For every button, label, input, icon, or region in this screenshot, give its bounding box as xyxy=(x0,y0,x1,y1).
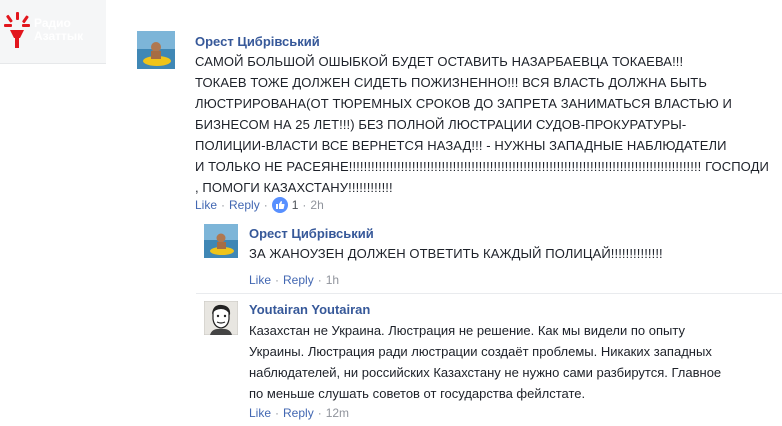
separator-dot: · xyxy=(317,273,322,287)
beach-photo-icon xyxy=(204,224,238,258)
comment-line: ЛЮСТРИРОВАНА(ОТ ТЮРЕМНЫХ СРОКОВ ДО ЗАПРЕ… xyxy=(195,96,732,111)
comment-body: Казахстан не Украина. Люстрация не решен… xyxy=(249,320,721,404)
reply-link[interactable]: Reply xyxy=(283,273,314,287)
brand-header: Радио Азаттык xyxy=(0,0,106,64)
avatar[interactable] xyxy=(137,31,175,69)
comment-line: БИЗНЕСОМ НА 25 ЛЕТ!!!) БЕЗ ПОЛНОЙ ЛЮСТРА… xyxy=(195,117,687,132)
reply-link[interactable]: Reply xyxy=(283,406,314,420)
comment-actions: Like · Reply · 1 · 2h xyxy=(195,197,324,213)
comment-line: Казахстан не Украина. Люстрация не решен… xyxy=(249,323,685,338)
comment-author[interactable]: Орест Цибрівський xyxy=(195,34,320,49)
like-link[interactable]: Like xyxy=(249,273,271,287)
comment-line: ТОКАЕВ ТОЖЕ ДОЛЖЕН СИДЕТЬ ПОЖИЗНЕННО!!! … xyxy=(195,75,707,90)
comment-line: И ТОЛЬКО НЕ РАСЕЯНЕ!!!!!!!!!!!!!!!!!!!!!… xyxy=(195,159,769,174)
comment-author[interactable]: Youtairan Youtairan xyxy=(249,302,370,317)
comment-line: ЗА ЖАНОУЗЕН ДОЛЖЕН ОТВЕТИТЬ КАЖДЫЙ ПОЛИЦ… xyxy=(249,246,663,261)
comment-line: наблюдателей, ни российских Казахстану н… xyxy=(249,365,722,380)
timestamp[interactable]: 12m xyxy=(326,406,349,420)
separator-dot: · xyxy=(317,406,322,420)
separator-dot: · xyxy=(221,198,226,212)
like-link[interactable]: Like xyxy=(195,198,217,212)
portrait-sketch-icon xyxy=(204,301,238,335)
comment-body: ЗА ЖАНОУЗЕН ДОЛЖЕН ОТВЕТИТЬ КАЖДЫЙ ПОЛИЦ… xyxy=(249,243,663,264)
divider xyxy=(196,293,782,294)
comment-body: САМОЙ БОЛЬШОЙ ОШЫБКОЙ БУДЕТ ОСТАВИТЬ НАЗ… xyxy=(195,51,769,198)
avatar[interactable] xyxy=(204,224,238,258)
like-count[interactable]: 1 xyxy=(292,198,299,212)
comment-line: , ПОМОГИ КАЗАХСТАНУ!!!!!!!!!!!! xyxy=(195,180,393,195)
separator-dot: · xyxy=(275,273,280,287)
brand-name: Радио Азаттык xyxy=(34,17,83,43)
comment-line: САМОЙ БОЛЬШОЙ ОШЫБКОЙ БУДЕТ ОСТАВИТЬ НАЗ… xyxy=(195,54,684,69)
timestamp[interactable]: 2h xyxy=(310,198,323,212)
beach-photo-icon xyxy=(137,31,175,69)
comment-line: по меньше слушать советов от государства… xyxy=(249,386,586,401)
separator-dot: · xyxy=(302,198,307,212)
brand-line-2: Азаттык xyxy=(34,29,84,43)
comment-actions: Like · Reply · 12m xyxy=(249,406,349,420)
comment-line: ПОЛИЦИИ-ВЛАСТИ ВСЕ ВЕРНЕТСЯ НАЗАД!!! - Н… xyxy=(195,138,727,153)
reply-link[interactable]: Reply xyxy=(229,198,260,212)
separator-dot: · xyxy=(263,198,268,212)
radio-azattyk-logo[interactable]: Радио Азаттык xyxy=(4,12,83,48)
comment-author[interactable]: Орест Цибрівський xyxy=(249,226,374,241)
separator-dot: · xyxy=(275,406,280,420)
thumbs-up-icon[interactable] xyxy=(271,197,288,213)
like-link[interactable]: Like xyxy=(249,406,271,420)
torch-icon xyxy=(4,12,30,48)
timestamp[interactable]: 1h xyxy=(326,273,339,287)
avatar[interactable] xyxy=(204,301,238,335)
comment-actions: Like · Reply · 1h xyxy=(249,273,339,287)
comment-line: Украины. Люстрация ради люстрации создаё… xyxy=(249,344,712,359)
